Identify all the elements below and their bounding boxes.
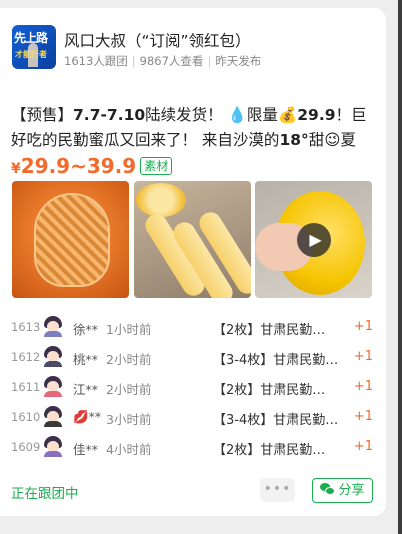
price-range: ¥29.9~39.9: [11, 154, 136, 178]
avatar[interactable]: [42, 405, 64, 427]
order-row: 1609 佳** 4小时前 【2枚】甘肃民勤… +1: [11, 433, 373, 463]
drop-icon: 💧: [227, 106, 247, 124]
material-tag[interactable]: 素材: [140, 157, 173, 175]
post-header: 先上路 才能行者 风口大叔（“订阅”领红包） 1613人跟团 | 9867人查看 | 昨…: [12, 25, 372, 71]
joining-status[interactable]: 正在跟团中: [11, 482, 79, 502]
share-button[interactable]: 分享: [312, 478, 373, 503]
avatar[interactable]: [42, 315, 64, 337]
desc-part3: 甜: [308, 131, 325, 149]
avatar-shirt: [44, 421, 62, 427]
order-list: 1613 徐** 1小时前 【2枚】甘肃民勤… +1 1612 桃** 2小时前…: [11, 313, 373, 463]
order-number: 1611: [11, 380, 41, 394]
publish-time: 昨天发布: [215, 54, 262, 68]
order-time: 2小时前: [106, 352, 152, 367]
currency-symbol: ¥: [11, 161, 21, 177]
order-product: 【2枚】甘肃民勤…: [213, 443, 326, 458]
order-number: 1609: [11, 440, 41, 454]
order-row: 1611 江** 2小时前 【2枚】甘肃民勤… +1: [11, 373, 373, 403]
order-quantity: +1: [353, 379, 373, 394]
price-range-value: 29.9~39.9: [20, 154, 137, 178]
order-time: 2小时前: [106, 382, 152, 397]
buyer-name: 桃**: [73, 352, 99, 367]
order-time: 3小时前: [106, 412, 152, 427]
desc-limited: 限量: [246, 106, 278, 124]
order-time: 4小时前: [106, 442, 152, 457]
desc-prefix: 【预售】: [11, 106, 74, 124]
wechat-icon: [320, 483, 336, 495]
buyer-name: 💋**: [73, 409, 102, 424]
buyer-name: 江**: [73, 382, 99, 397]
order-product: 【2枚】甘肃民勤…: [213, 323, 326, 338]
account-logo[interactable]: 先上路 才能行者: [12, 25, 56, 69]
avatar-shirt: [44, 331, 62, 337]
order-number: 1612: [11, 350, 41, 364]
account-title[interactable]: 风口大叔（“订阅”领红包）: [64, 29, 251, 51]
play-icon[interactable]: ▶: [297, 223, 331, 257]
buyer-name: 佳**: [73, 442, 99, 457]
order-quantity: +1: [353, 409, 373, 424]
views-count: 9867人查看: [139, 54, 204, 68]
desc-sweet: 18°: [279, 131, 309, 149]
order-product: 【2枚】甘肃民勤…: [213, 383, 326, 398]
product-image-paw[interactable]: [12, 181, 129, 298]
logo-text-bottom: 才能行者: [15, 50, 47, 59]
order-quantity: +1: [353, 439, 373, 454]
avatar-shirt: [44, 361, 62, 367]
product-image-slices[interactable]: [134, 181, 251, 298]
share-label: 分享: [338, 483, 365, 498]
order-quantity: +1: [353, 349, 373, 364]
post-description[interactable]: 【预售】7.7-7.10陆续发货！ 💧限量💰29.9！巨好吃的民勤蜜瓜又回来了！…: [11, 103, 373, 153]
order-row: 1613 徐** 1小时前 【2枚】甘肃民勤… +1: [11, 313, 373, 343]
buyer-name: 徐**: [73, 322, 99, 337]
desc-part1: 陆续发货！: [145, 106, 223, 124]
money-bag-icon: 💰: [277, 106, 298, 124]
group-buy-card[interactable]: 先上路 才能行者 风口大叔（“订阅”领红包） 1613人跟团 | 9867人查看 | 昨…: [0, 8, 386, 516]
paw-shape: [34, 193, 110, 287]
post-meta: 1613人跟团 | 9867人查看 | 昨天发布: [64, 54, 262, 68]
desc-price: 29.9: [297, 106, 336, 124]
smile-icon: 😉: [324, 131, 341, 149]
order-product: 【3-4枚】甘肃民勤…: [213, 353, 339, 368]
product-video-thumbnail[interactable]: ▶: [255, 181, 372, 298]
price-row: ¥29.9~39.9 素材: [11, 154, 173, 178]
order-number: 1613: [11, 320, 41, 334]
window-edge: [398, 0, 402, 534]
order-row: 1610 💋** 3小时前 【3-4枚】甘肃民勤… +1: [11, 403, 373, 433]
order-product: 【3-4枚】甘肃民勤…: [213, 413, 339, 428]
avatar[interactable]: [42, 435, 64, 457]
avatar-shirt: [44, 391, 62, 397]
desc-dates: 7.7-7.10: [73, 106, 146, 124]
melon-half: [136, 183, 186, 217]
avatar-shirt: [44, 451, 62, 457]
order-number: 1610: [11, 410, 41, 424]
more-button[interactable]: •••: [260, 478, 295, 502]
followers-count: 1613人跟团: [64, 54, 128, 68]
order-quantity: +1: [353, 319, 373, 334]
avatar[interactable]: [42, 345, 64, 367]
order-time: 1小时前: [106, 322, 152, 337]
order-row: 1612 桃** 2小时前 【3-4枚】甘肃民勤… +1: [11, 343, 373, 373]
avatar[interactable]: [42, 375, 64, 397]
